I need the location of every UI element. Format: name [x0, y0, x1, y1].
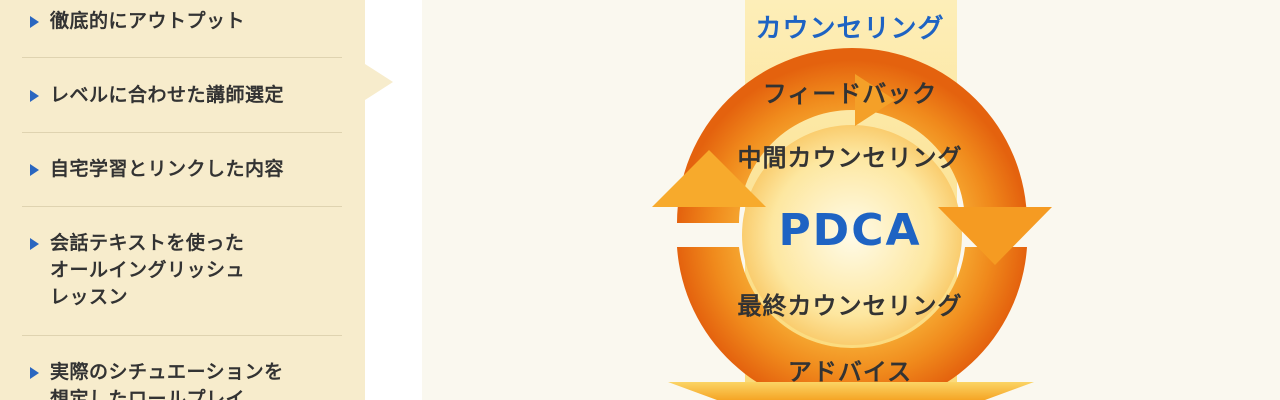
- mid-counseling-label: 中間カウンセリング: [737, 144, 963, 172]
- advice-label: アドバイス: [787, 358, 913, 386]
- feedback-label: フィードバック: [762, 80, 938, 108]
- pdca-cycle-diagram: [652, 0, 1052, 400]
- final-counseling-label: 最終カウンセリング: [737, 292, 963, 320]
- pdca-label: PDCA: [778, 205, 922, 256]
- counseling-label: カウンセリング: [755, 14, 945, 44]
